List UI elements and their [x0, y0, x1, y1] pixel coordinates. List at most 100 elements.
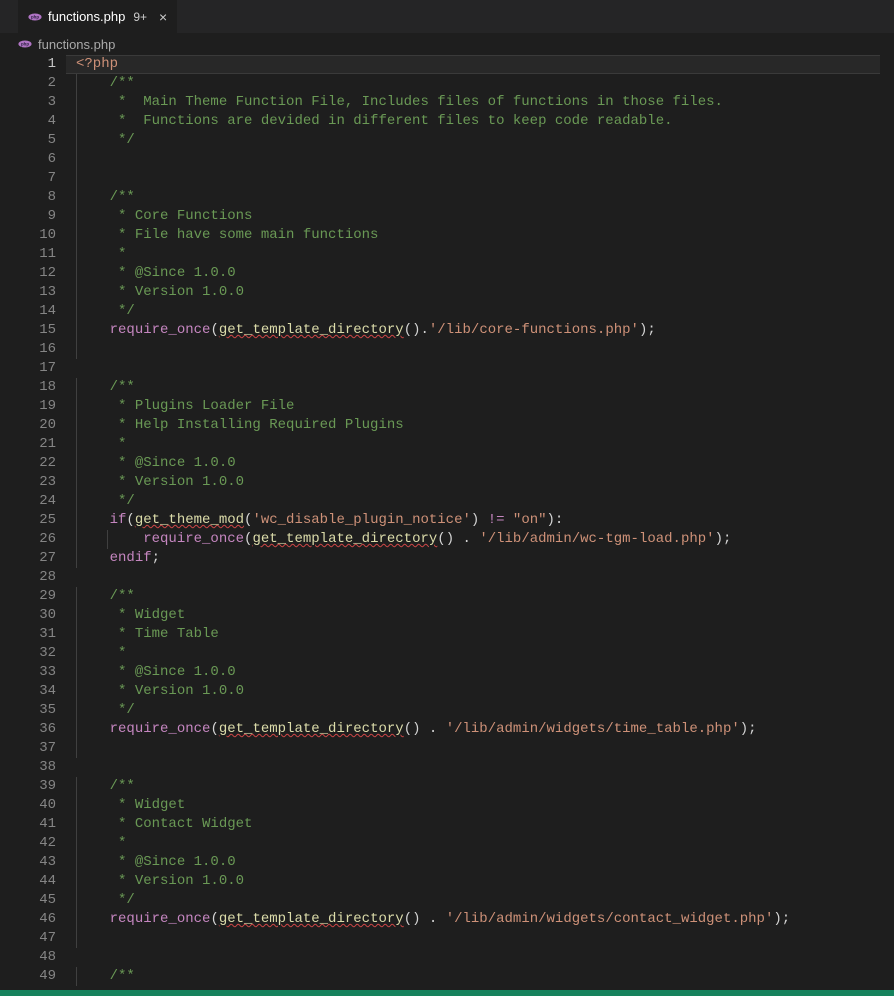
code-line[interactable] — [66, 758, 894, 777]
code-line[interactable]: /** — [66, 74, 894, 93]
line-number[interactable]: 12 — [18, 264, 56, 283]
editor[interactable]: 1234567891011121314151617181920212223242… — [0, 55, 894, 996]
line-number[interactable]: 45 — [18, 891, 56, 910]
line-number[interactable]: 49 — [18, 967, 56, 986]
line-number[interactable]: 3 — [18, 93, 56, 112]
code-line[interactable]: require_once(get_template_directory().'/… — [66, 321, 894, 340]
line-number[interactable]: 20 — [18, 416, 56, 435]
line-number[interactable]: 1 — [18, 55, 56, 74]
line-number[interactable]: 10 — [18, 226, 56, 245]
code-line[interactable]: * Core Functions — [66, 207, 894, 226]
line-number[interactable]: 41 — [18, 815, 56, 834]
line-number[interactable]: 30 — [18, 606, 56, 625]
scrollbar[interactable] — [880, 55, 894, 996]
code-line[interactable]: * Plugins Loader File — [66, 397, 894, 416]
code-line[interactable]: endif; — [66, 549, 894, 568]
code-line[interactable]: * @Since 1.0.0 — [66, 853, 894, 872]
line-number[interactable]: 13 — [18, 283, 56, 302]
line-number[interactable]: 16 — [18, 340, 56, 359]
code-line[interactable] — [66, 929, 894, 948]
code-line[interactable]: */ — [66, 891, 894, 910]
line-number[interactable]: 4 — [18, 112, 56, 131]
line-number[interactable]: 5 — [18, 131, 56, 150]
code-line[interactable]: /** — [66, 188, 894, 207]
tab-functions-php[interactable]: php functions.php 9+ × — [18, 0, 178, 33]
line-number[interactable]: 32 — [18, 644, 56, 663]
code-line[interactable]: */ — [66, 701, 894, 720]
code-line[interactable] — [66, 359, 894, 378]
code-line[interactable]: /** — [66, 587, 894, 606]
line-number[interactable]: 26 — [18, 530, 56, 549]
code-line[interactable]: /** — [66, 378, 894, 397]
code-line[interactable]: /** — [66, 777, 894, 796]
line-number[interactable]: 35 — [18, 701, 56, 720]
line-number[interactable]: 11 — [18, 245, 56, 264]
minimap[interactable] — [880, 55, 894, 996]
code-line[interactable]: * @Since 1.0.0 — [66, 663, 894, 682]
code-line[interactable]: */ — [66, 492, 894, 511]
code-line[interactable]: */ — [66, 302, 894, 321]
line-number[interactable]: 6 — [18, 150, 56, 169]
line-number[interactable]: 19 — [18, 397, 56, 416]
code-line[interactable]: * Version 1.0.0 — [66, 473, 894, 492]
line-number[interactable]: 8 — [18, 188, 56, 207]
line-number[interactable]: 31 — [18, 625, 56, 644]
line-number[interactable]: 7 — [18, 169, 56, 188]
code-line[interactable] — [66, 150, 894, 169]
line-number[interactable]: 42 — [18, 834, 56, 853]
code-line[interactable]: * Widget — [66, 796, 894, 815]
line-number[interactable]: 33 — [18, 663, 56, 682]
line-number[interactable]: 48 — [18, 948, 56, 967]
code-line[interactable]: * — [66, 435, 894, 454]
line-number[interactable]: 46 — [18, 910, 56, 929]
code-line[interactable]: require_once(get_template_directory() . … — [66, 530, 894, 549]
line-number[interactable]: 27 — [18, 549, 56, 568]
line-number[interactable]: 44 — [18, 872, 56, 891]
line-number[interactable]: 40 — [18, 796, 56, 815]
line-number[interactable]: 28 — [18, 568, 56, 587]
line-number[interactable]: 9 — [18, 207, 56, 226]
line-number[interactable]: 47 — [18, 929, 56, 948]
line-number[interactable]: 15 — [18, 321, 56, 340]
line-number[interactable]: 29 — [18, 587, 56, 606]
line-number[interactable]: 25 — [18, 511, 56, 530]
line-number[interactable]: 22 — [18, 454, 56, 473]
line-number[interactable]: 38 — [18, 758, 56, 777]
line-number[interactable]: 24 — [18, 492, 56, 511]
code-line[interactable] — [66, 169, 894, 188]
code-line[interactable]: * Widget — [66, 606, 894, 625]
code-line[interactable] — [66, 739, 894, 758]
code-area[interactable]: <?php /** * Main Theme Function File, In… — [66, 55, 894, 996]
code-line[interactable]: /** — [66, 967, 894, 986]
code-line[interactable]: * Version 1.0.0 — [66, 682, 894, 701]
code-line[interactable] — [66, 948, 894, 967]
code-line[interactable]: * Contact Widget — [66, 815, 894, 834]
line-number[interactable]: 2 — [18, 74, 56, 93]
line-number[interactable]: 23 — [18, 473, 56, 492]
code-line[interactable]: * Version 1.0.0 — [66, 872, 894, 891]
line-number[interactable]: 37 — [18, 739, 56, 758]
code-line[interactable] — [66, 340, 894, 359]
code-line[interactable]: * Functions are devided in different fil… — [66, 112, 894, 131]
line-number[interactable]: 34 — [18, 682, 56, 701]
code-line[interactable]: * Main Theme Function File, Includes fil… — [66, 93, 894, 112]
code-line[interactable] — [66, 568, 894, 587]
code-line[interactable]: * — [66, 245, 894, 264]
code-line[interactable]: * Version 1.0.0 — [66, 283, 894, 302]
line-number[interactable]: 21 — [18, 435, 56, 454]
statusbar[interactable] — [0, 990, 894, 996]
code-line[interactable]: * File have some main functions — [66, 226, 894, 245]
code-line[interactable]: * — [66, 834, 894, 853]
code-line[interactable]: require_once(get_template_directory() . … — [66, 910, 894, 929]
code-line[interactable]: * @Since 1.0.0 — [66, 264, 894, 283]
line-number[interactable]: 43 — [18, 853, 56, 872]
line-number[interactable]: 17 — [18, 359, 56, 378]
line-number[interactable]: 39 — [18, 777, 56, 796]
code-line[interactable]: * Help Installing Required Plugins — [66, 416, 894, 435]
line-number[interactable]: 14 — [18, 302, 56, 321]
code-line[interactable]: */ — [66, 131, 894, 150]
code-line[interactable]: * — [66, 644, 894, 663]
code-line[interactable]: <?php — [66, 55, 894, 74]
breadcrumb[interactable]: php functions.php — [0, 33, 894, 55]
code-line[interactable]: * Time Table — [66, 625, 894, 644]
